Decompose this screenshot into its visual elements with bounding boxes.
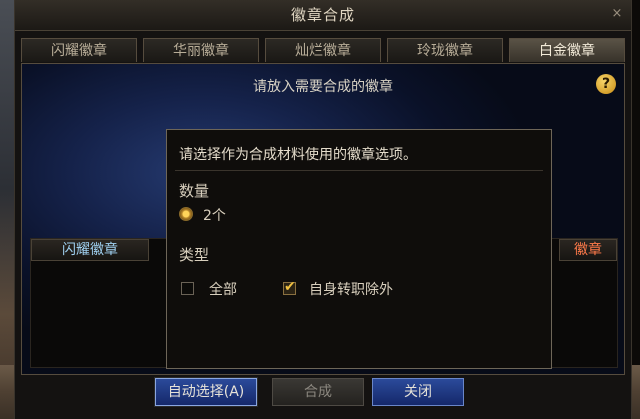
close-icon[interactable]: × bbox=[609, 6, 625, 22]
checkmark-icon: ✔ bbox=[284, 279, 296, 295]
list-header-shining[interactable]: 闪耀徽章 bbox=[31, 239, 149, 261]
tab-gorgeous-badge[interactable]: 华丽徽章 bbox=[143, 38, 259, 62]
tab-bar: 闪耀徽章 华丽徽章 灿烂徽章 玲珑徽章 白金徽章 bbox=[21, 38, 625, 64]
tab-exquisite-badge[interactable]: 玲珑徽章 bbox=[387, 38, 503, 62]
tab-brilliant-badge[interactable]: 灿烂徽章 bbox=[265, 38, 381, 62]
list-header-badge[interactable]: 徽章 bbox=[559, 239, 617, 261]
help-icon[interactable]: ? bbox=[596, 74, 616, 94]
quantity-option-label[interactable]: 2个 bbox=[203, 205, 226, 225]
title-bar[interactable]: 徽章合成 × bbox=[15, 0, 631, 31]
quantity-label: 数量 bbox=[179, 182, 210, 200]
type-label: 类型 bbox=[179, 246, 210, 264]
type-exclude-own-class-label[interactable]: 自身转职除外 bbox=[309, 279, 393, 299]
tab-shining-badge[interactable]: 闪耀徽章 bbox=[21, 38, 137, 62]
popup-title: 请选择作为合成材料使用的徽章选项。 bbox=[179, 147, 417, 163]
auto-select-button[interactable]: 自动选择(A) bbox=[154, 377, 258, 407]
type-exclude-own-class-checkbox[interactable]: ✔ bbox=[283, 279, 296, 295]
drop-hint: 请放入需要合成的徽章 bbox=[253, 79, 393, 95]
synthesize-button[interactable]: 合成 bbox=[272, 378, 364, 406]
type-all-checkbox[interactable] bbox=[181, 282, 194, 295]
quantity-radio[interactable] bbox=[179, 207, 193, 221]
window-title: 徽章合成 bbox=[290, 6, 355, 24]
material-option-popup: 请选择作为合成材料使用的徽章选项。 数量 2个 类型 全部 ✔ 自身转职除外 bbox=[166, 129, 552, 369]
divider bbox=[175, 170, 543, 171]
close-button[interactable]: 关闭 bbox=[372, 378, 464, 406]
tab-platinum-badge[interactable]: 白金徽章 bbox=[509, 38, 625, 62]
type-all-label[interactable]: 全部 bbox=[209, 279, 237, 299]
